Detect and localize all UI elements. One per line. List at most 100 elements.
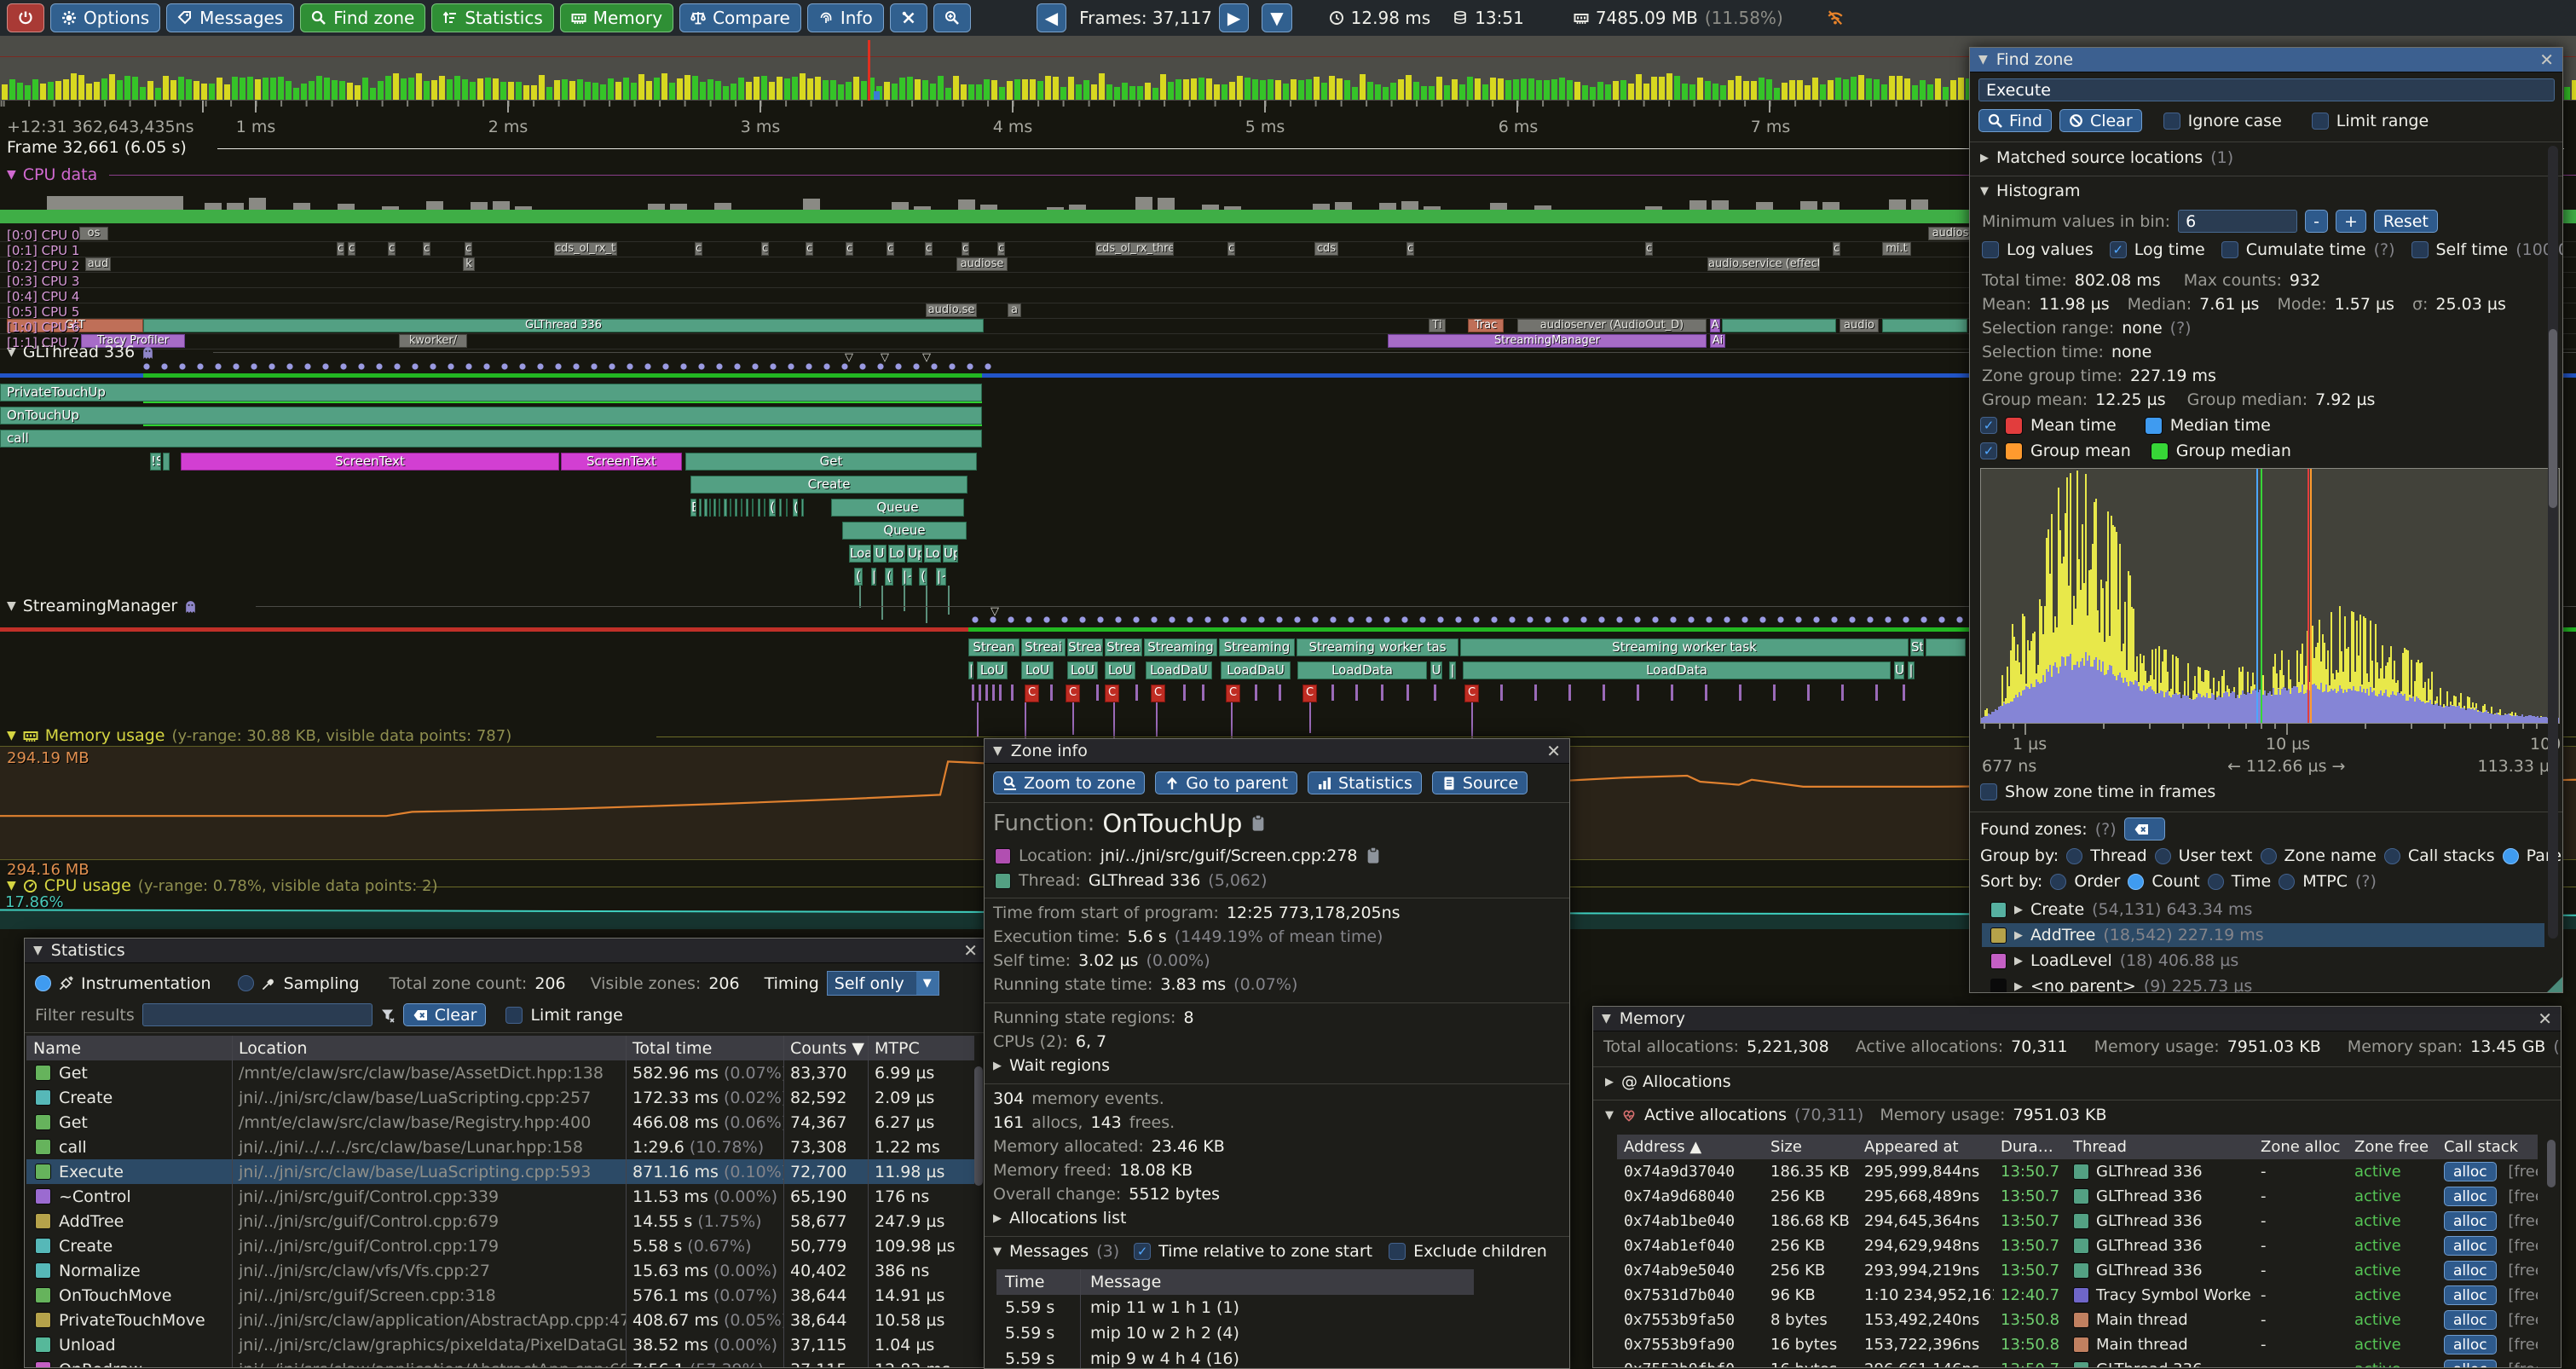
- clear-found-button[interactable]: [2124, 817, 2165, 840]
- allocation-row[interactable]: 0x74ab1ef040256 KB294,629,948ns13:50.7GL…: [1617, 1233, 2538, 1258]
- clear-filter-button[interactable]: Clear: [403, 1003, 487, 1026]
- crash-zone[interactable]: C: [1226, 684, 1240, 702]
- group-by-radio-call-stacks[interactable]: [2384, 848, 2400, 864]
- frame-dropdown-button[interactable]: ▼: [1262, 3, 1291, 32]
- zone-bar[interactable]: |: [968, 661, 973, 679]
- zone-bar[interactable]: U: [1894, 661, 1904, 679]
- zone-bar[interactable]: |: [1449, 661, 1456, 679]
- zone-bar[interactable]: call: [0, 430, 982, 448]
- cpu-zone[interactable]: A: [1710, 319, 1720, 332]
- funnel-icon[interactable]: [380, 1008, 396, 1023]
- cpu-zone[interactable]: os: [79, 227, 108, 240]
- messages-message-header[interactable]: Message: [1082, 1273, 1474, 1291]
- crash-zone[interactable]: C: [1302, 684, 1317, 702]
- allocation-row[interactable]: 0x7553b9fa508 bytes153,492,240ns13:50.8M…: [1617, 1308, 2538, 1332]
- time-relative-checkbox[interactable]: ✓: [1134, 1243, 1151, 1260]
- stats-column-header[interactable]: MTPC: [868, 1039, 974, 1058]
- memory-column-header[interactable]: Zone alloc: [2254, 1138, 2348, 1156]
- messages-expander[interactable]: Messages: [1009, 1242, 1089, 1261]
- zone-bar[interactable]: [779, 499, 782, 517]
- sort-by-label[interactable]: Count: [2151, 872, 2199, 891]
- scrollbar-thumb[interactable]: [2549, 329, 2557, 508]
- limit-range-checkbox[interactable]: [505, 1007, 523, 1024]
- power-button[interactable]: [7, 3, 44, 32]
- zone-bar[interactable]: LoadData: [1463, 661, 1891, 679]
- stats-row-Execute[interactable]: Executejni/../jni/src/claw/base/LuaScrip…: [26, 1159, 974, 1184]
- ignore-case-checkbox[interactable]: [2163, 113, 2180, 130]
- zoom-to-zone-button[interactable]: Zoom to zone: [993, 771, 1145, 794]
- cpu-row-label[interactable]: [1:1] CPU 7: [7, 335, 79, 350]
- message-marker[interactable]: ▽: [991, 605, 999, 618]
- stats-row-~Control[interactable]: ~Controljni/../jni/src/guif/Control.cpp:…: [26, 1184, 974, 1209]
- cpu-zone[interactable]: c: [962, 242, 969, 256]
- memory-column-header[interactable]: Zone free: [2348, 1138, 2437, 1156]
- zone-bar[interactable]: LoadDaU: [1146, 661, 1212, 679]
- cpu-zone[interactable]: c: [423, 242, 430, 256]
- group-by-label[interactable]: Thread: [2090, 846, 2146, 865]
- cpu-zone[interactable]: audios: [1928, 227, 1972, 240]
- thread-value[interactable]: GLThread 336: [1089, 871, 1200, 890]
- stats-row-Get[interactable]: Get/mnt/e/claw/src/claw/base/Registry.hp…: [26, 1110, 974, 1135]
- group-by-radio-parent[interactable]: [2503, 848, 2519, 864]
- min-bin-input[interactable]: 6: [2178, 210, 2297, 233]
- reset-button[interactable]: Reset: [2374, 210, 2438, 233]
- zone-bar[interactable]: [801, 499, 804, 517]
- plus-button[interactable]: +: [2336, 210, 2366, 233]
- cpu-zone[interactable]: c: [348, 242, 355, 256]
- zone-bar[interactable]: Lo: [924, 545, 941, 563]
- zone-bar[interactable]: |: [1908, 661, 1915, 679]
- crash-zone[interactable]: C: [1464, 684, 1479, 702]
- crash-zone[interactable]: C: [1066, 684, 1080, 702]
- zone-bar[interactable]: |: [871, 568, 876, 586]
- message-marker[interactable]: ▽: [881, 351, 889, 364]
- memory-button[interactable]: Memory: [560, 3, 673, 32]
- alloc-callstack-button[interactable]: alloc: [2444, 1285, 2497, 1305]
- message-row[interactable]: 5.59 smip 11 w 1 h 1 (1): [996, 1295, 1474, 1320]
- memory-usage-header[interactable]: ▼ Memory usage (y-range: 30.88 KB, visib…: [7, 726, 511, 745]
- log-time-checkbox[interactable]: ✓: [2110, 241, 2127, 258]
- zone-bar[interactable]: !S: [150, 453, 161, 471]
- cpu-zone[interactable]: c: [997, 242, 1005, 256]
- zone-bar[interactable]: [1926, 638, 1966, 656]
- messages-button[interactable]: Messages: [166, 3, 294, 32]
- stats-row-Get[interactable]: Get/mnt/e/claw/src/claw/base/AssetDict.h…: [26, 1060, 974, 1085]
- zone-bar[interactable]: [730, 499, 731, 517]
- cpu-zone[interactable]: c: [1833, 242, 1840, 256]
- zone-bar[interactable]: (: [854, 568, 863, 586]
- disconnected-icon[interactable]: [1826, 9, 1845, 26]
- group-by-label[interactable]: Zone name: [2284, 846, 2377, 865]
- cpu-row-label[interactable]: [0:0] CPU 0: [7, 228, 79, 243]
- cpu-zone[interactable]: Ti: [1429, 319, 1446, 332]
- cpu-row-label[interactable]: [0:1] CPU 1: [7, 243, 79, 258]
- cpu-zone[interactable]: c: [465, 242, 472, 256]
- location-value[interactable]: jni/../jni/src/guif/Screen.cpp:278: [1100, 846, 1358, 865]
- zone-bar[interactable]: [741, 499, 742, 517]
- zone-bar[interactable]: LoU: [977, 661, 1008, 679]
- zone-info-title[interactable]: ▼Zone info ✕: [985, 739, 1569, 764]
- find-zone-scrollbar[interactable]: [2548, 146, 2558, 939]
- stats-row-Create[interactable]: Createjni/../jni/src/claw/base/LuaScript…: [26, 1085, 974, 1110]
- cpu-zone[interactable]: GLThread 336: [143, 319, 984, 332]
- cpu-data-header[interactable]: ▼CPU data: [7, 165, 97, 184]
- zone-bar[interactable]: OnTouchUp: [0, 407, 982, 425]
- group-by-radio-thread[interactable]: [2066, 848, 2082, 864]
- find-zone-button[interactable]: Find zone: [300, 3, 425, 32]
- zone-bar[interactable]: Up: [943, 545, 958, 563]
- cpu-zone[interactable]: c: [695, 242, 702, 256]
- zone-bar[interactable]: (: [769, 499, 776, 517]
- zoom-in-button[interactable]: [933, 3, 971, 32]
- cpu-zone[interactable]: audio: [1840, 319, 1879, 332]
- statistics-panel-title[interactable]: ▼Statistics ✕: [25, 939, 986, 963]
- sampling-label[interactable]: Sampling: [284, 974, 360, 993]
- cpu-zone[interactable]: cds_ol_rx_thr: [554, 242, 617, 256]
- cpu-zone[interactable]: c: [1227, 242, 1235, 256]
- stats-row-Normalize[interactable]: Normalizejni/../jni/src/claw/vfs/Vfs.cpp…: [26, 1258, 974, 1283]
- stats-column-header[interactable]: Total time: [626, 1039, 783, 1058]
- message-marker[interactable]: ▽: [845, 351, 853, 364]
- zone-bar[interactable]: |~: [936, 568, 946, 586]
- memory-column-header[interactable]: Appeared at: [1857, 1138, 1994, 1156]
- memory-column-header[interactable]: Thread: [2066, 1138, 2254, 1156]
- group-mean-checkbox[interactable]: ✓: [1980, 442, 1997, 459]
- cpu-zone[interactable]: Trac: [1468, 319, 1504, 332]
- selected-frame-marker[interactable]: [868, 40, 870, 101]
